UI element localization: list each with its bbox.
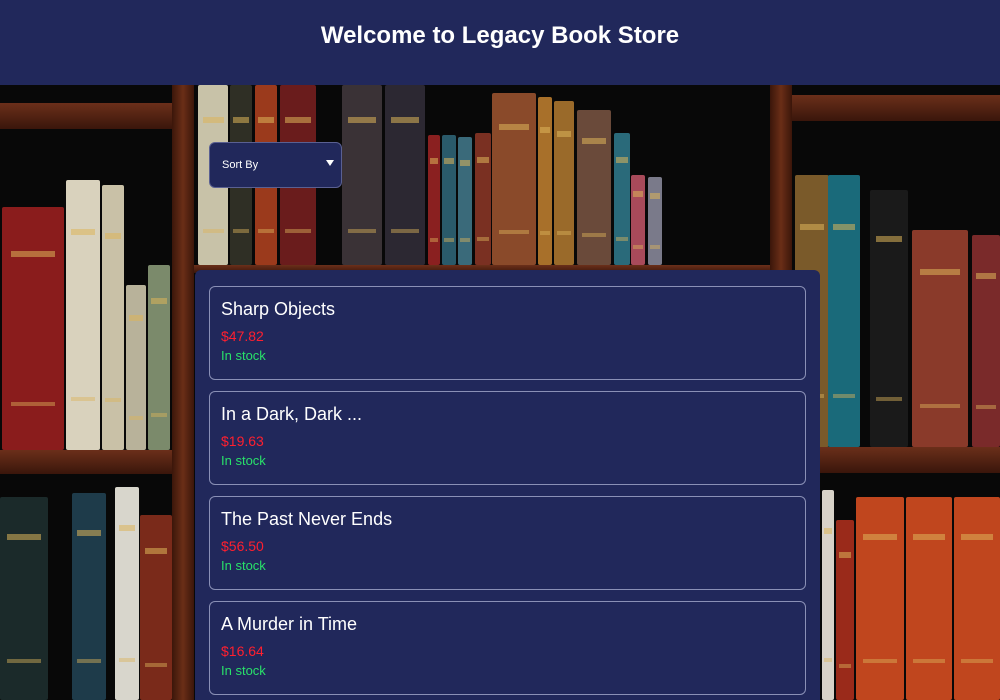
page-title: Welcome to Legacy Book Store — [320, 21, 680, 49]
book-title: A Murder in Time — [221, 614, 358, 634]
book-price: $56.50 — [221, 538, 264, 554]
stock-status: In stock — [221, 453, 266, 468]
site-header: Welcome to Legacy Book Store — [0, 0, 1000, 85]
book-title: Sharp Objects — [221, 299, 336, 319]
book-card[interactable]: Sharp Objects $47.82 In stock — [209, 286, 806, 380]
book-card[interactable]: In a Dark, Dark ... $19.63 In stock — [209, 391, 806, 485]
stock-status: In stock — [221, 348, 266, 363]
sort-by-select[interactable]: Sort By — [209, 142, 342, 188]
book-title: In a Dark, Dark ... — [221, 404, 363, 424]
book-card[interactable]: A Murder in Time $16.64 In stock — [209, 601, 806, 695]
book-price: $16.64 — [221, 643, 264, 659]
book-list: Sharp Objects $47.82 In stock In a Dark,… — [195, 270, 820, 700]
book-title: The Past Never Ends — [221, 509, 393, 529]
book-price: $47.82 — [221, 328, 264, 344]
book-price: $19.63 — [221, 433, 264, 449]
stock-status: In stock — [221, 663, 266, 678]
stock-status: In stock — [221, 558, 266, 573]
book-card[interactable]: The Past Never Ends $56.50 In stock — [209, 496, 806, 590]
